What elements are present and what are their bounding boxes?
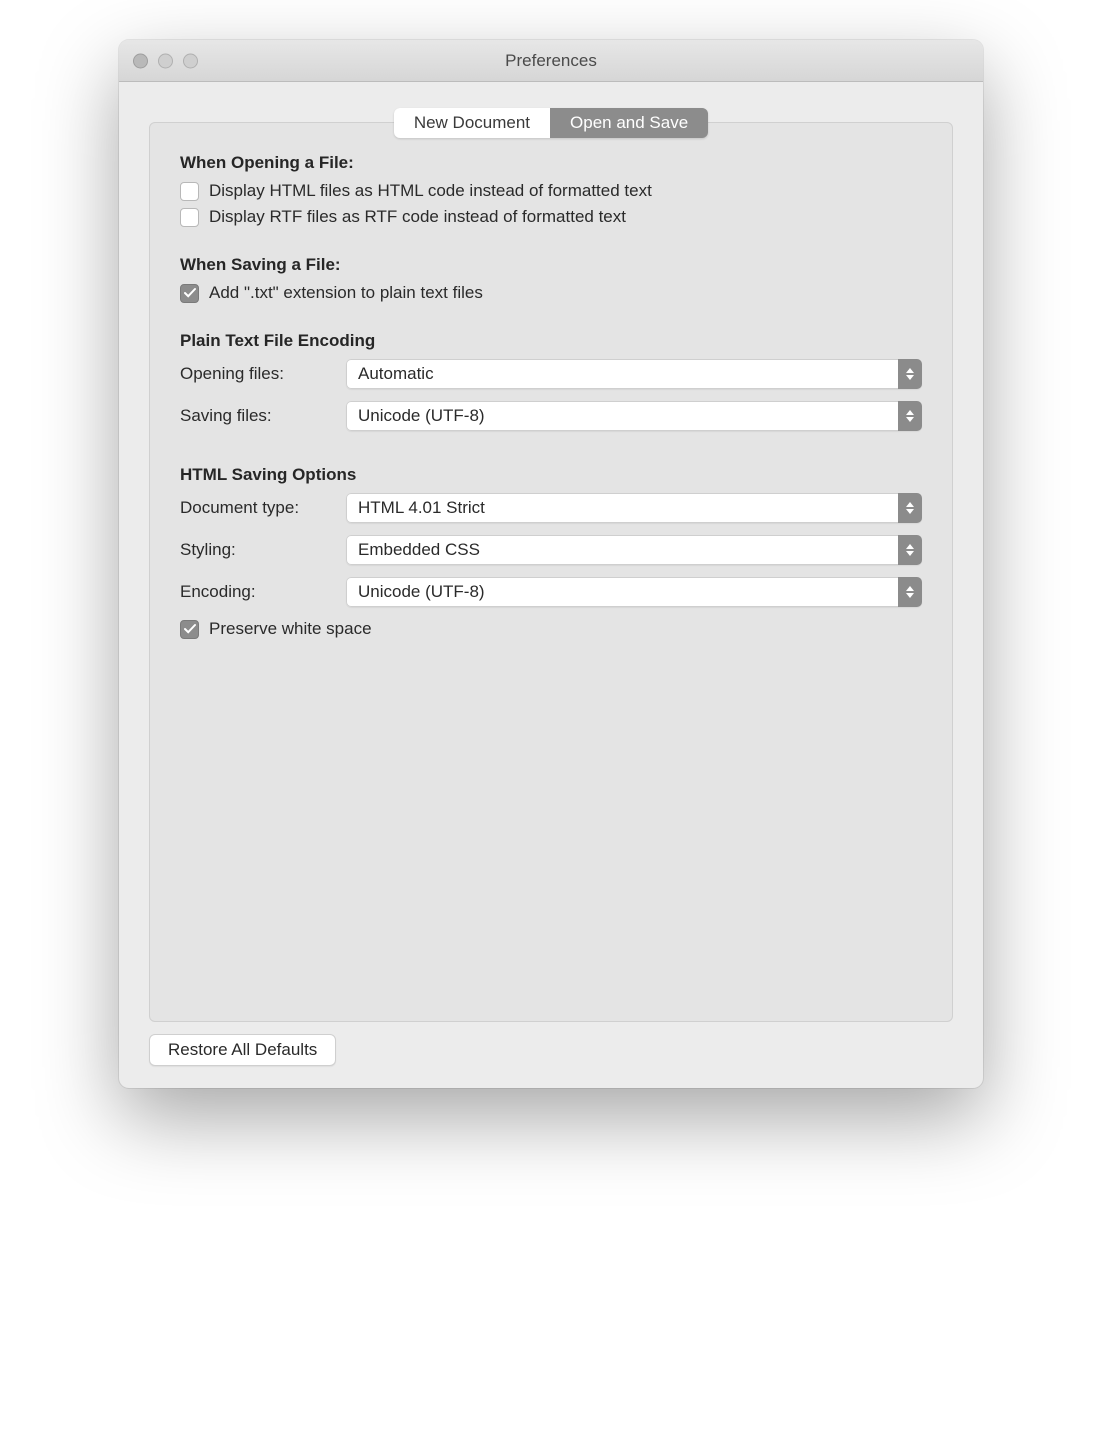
checkbox-display-html-as-code-label: Display HTML files as HTML code instead …	[209, 181, 652, 201]
open-and-save-panel: When Opening a File: Display HTML files …	[149, 122, 953, 1022]
window-title: Preferences	[119, 51, 983, 71]
updown-icon	[898, 401, 922, 431]
section-html-saving-title: HTML Saving Options	[180, 465, 922, 485]
select-styling-value: Embedded CSS	[358, 540, 480, 560]
restore-all-defaults-button[interactable]: Restore All Defaults	[149, 1034, 336, 1066]
select-opening-files-encoding[interactable]: Automatic	[346, 359, 922, 389]
label-document-type: Document type:	[180, 498, 346, 518]
select-opening-files-encoding-value: Automatic	[358, 364, 434, 384]
select-saving-files-encoding[interactable]: Unicode (UTF-8)	[346, 401, 922, 431]
select-encoding[interactable]: Unicode (UTF-8)	[346, 577, 922, 607]
select-styling[interactable]: Embedded CSS	[346, 535, 922, 565]
section-when-opening-title: When Opening a File:	[180, 153, 922, 173]
preferences-window: Preferences New Document Open and Save W…	[119, 40, 983, 1088]
window-controls	[133, 53, 198, 68]
section-when-saving-title: When Saving a File:	[180, 255, 922, 275]
tab-open-and-save[interactable]: Open and Save	[550, 108, 708, 138]
label-saving-files: Saving files:	[180, 406, 346, 426]
checkbox-add-txt-extension[interactable]	[180, 284, 199, 303]
check-icon	[184, 287, 196, 299]
updown-icon	[898, 359, 922, 389]
select-document-type-value: HTML 4.01 Strict	[358, 498, 485, 518]
label-opening-files: Opening files:	[180, 364, 346, 384]
footer: Restore All Defaults	[149, 1034, 953, 1066]
checkbox-display-html-as-code[interactable]	[180, 182, 199, 201]
updown-icon	[898, 535, 922, 565]
zoom-window-button[interactable]	[183, 53, 198, 68]
minimize-window-button[interactable]	[158, 53, 173, 68]
checkbox-add-txt-extension-label: Add ".txt" extension to plain text files	[209, 283, 483, 303]
checkbox-display-rtf-as-code[interactable]	[180, 208, 199, 227]
content: New Document Open and Save When Opening …	[119, 82, 983, 1088]
select-encoding-value: Unicode (UTF-8)	[358, 582, 485, 602]
section-plain-text-encoding-title: Plain Text File Encoding	[180, 331, 922, 351]
label-encoding: Encoding:	[180, 582, 346, 602]
close-window-button[interactable]	[133, 53, 148, 68]
select-saving-files-encoding-value: Unicode (UTF-8)	[358, 406, 485, 426]
titlebar: Preferences	[119, 40, 983, 82]
updown-icon	[898, 577, 922, 607]
checkbox-preserve-white-space[interactable]	[180, 620, 199, 639]
tab-bar: New Document Open and Save	[394, 108, 708, 138]
select-document-type[interactable]: HTML 4.01 Strict	[346, 493, 922, 523]
tab-new-document[interactable]: New Document	[394, 108, 550, 138]
checkbox-display-rtf-as-code-label: Display RTF files as RTF code instead of…	[209, 207, 626, 227]
label-styling: Styling:	[180, 540, 346, 560]
updown-icon	[898, 493, 922, 523]
check-icon	[184, 623, 196, 635]
checkbox-preserve-white-space-label: Preserve white space	[209, 619, 372, 639]
